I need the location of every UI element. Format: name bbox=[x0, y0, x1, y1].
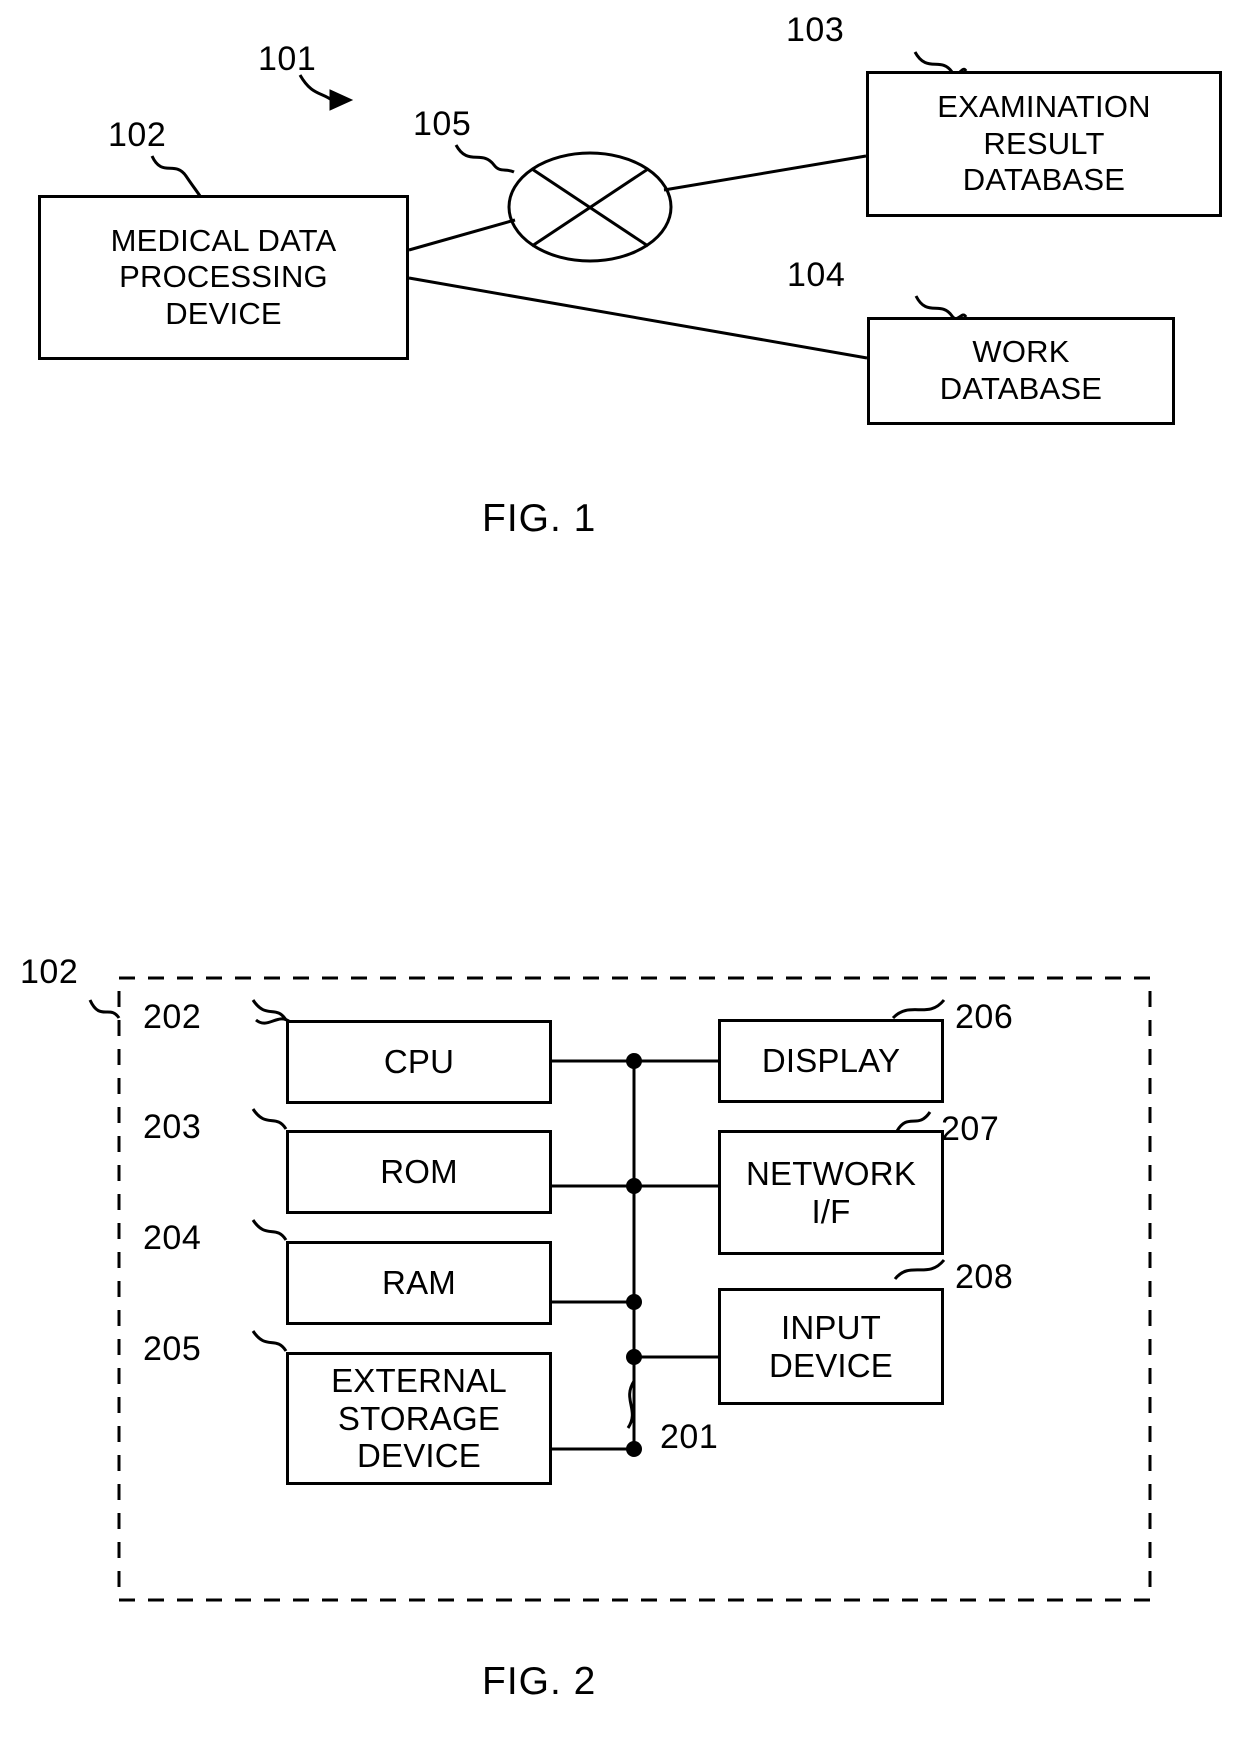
component-label: EXTERNAL STORAGE DEVICE bbox=[331, 1361, 507, 1475]
leader-205 bbox=[251, 1330, 288, 1352]
ref-numeral-203: 203 bbox=[143, 1108, 202, 1146]
leader-202b bbox=[251, 999, 288, 1021]
figure-2-caption: FIG. 2 bbox=[482, 1660, 597, 1703]
patent-drawing-sheet: 102 101 105 103 104 MEDICAL DATA PROCESS… bbox=[0, 0, 1240, 1758]
ref-numeral-208: 208 bbox=[955, 1258, 1014, 1296]
ref-numeral-202: 202 bbox=[143, 998, 202, 1036]
component-display: DISPLAY bbox=[718, 1019, 944, 1103]
bus-dot-2 bbox=[626, 1178, 642, 1194]
bus-dot-5 bbox=[626, 1441, 642, 1457]
component-rom: ROM bbox=[286, 1130, 552, 1214]
component-label: INPUT DEVICE bbox=[768, 1308, 894, 1384]
ref-numeral-102-fig2: 102 bbox=[20, 953, 79, 991]
bus-dot-4 bbox=[626, 1349, 642, 1365]
component-cpu: CPU bbox=[286, 1020, 552, 1104]
ref-numeral-201: 201 bbox=[660, 1418, 719, 1456]
ref-numeral-204: 204 bbox=[143, 1219, 202, 1257]
component-ram: RAM bbox=[286, 1241, 552, 1325]
leader-203 bbox=[251, 1108, 288, 1130]
ref-numeral-206: 206 bbox=[955, 998, 1014, 1036]
component-label: ROM bbox=[380, 1153, 458, 1191]
component-label: CPU bbox=[383, 1043, 455, 1081]
component-label: RAM bbox=[382, 1264, 456, 1302]
leader-102-fig2 bbox=[88, 999, 121, 1019]
component-input-device: INPUT DEVICE bbox=[718, 1288, 944, 1405]
component-external-storage-device: EXTERNAL STORAGE DEVICE bbox=[286, 1352, 552, 1485]
leader-206 bbox=[891, 998, 946, 1020]
bus-dot-3 bbox=[626, 1294, 642, 1310]
leader-204 bbox=[251, 1219, 288, 1241]
component-network-if: NETWORK I/F bbox=[718, 1130, 944, 1255]
bus-dot-1 bbox=[626, 1053, 642, 1069]
component-label: DISPLAY bbox=[761, 1042, 901, 1080]
component-label: NETWORK I/F bbox=[745, 1154, 917, 1230]
leader-208 bbox=[893, 1258, 946, 1281]
ref-numeral-207: 207 bbox=[941, 1110, 1000, 1148]
ref-numeral-205: 205 bbox=[143, 1330, 202, 1368]
leader-207 bbox=[895, 1111, 932, 1132]
figure-2-lines-layer bbox=[88, 976, 1152, 1602]
